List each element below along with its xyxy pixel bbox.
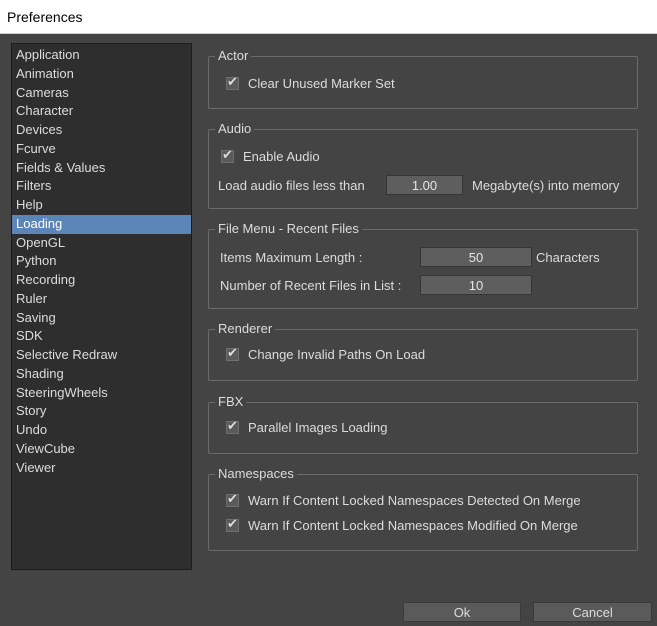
category-item[interactable]: Loading: [12, 214, 191, 234]
file-menu-group-title: File Menu - Recent Files: [215, 221, 362, 237]
category-item[interactable]: Ruler: [12, 290, 191, 309]
title-bar: Preferences: [0, 0, 657, 34]
renderer-group: Renderer ✔ Change Invalid Paths On Load: [208, 321, 638, 381]
cancel-button[interactable]: Cancel: [533, 602, 652, 622]
clear-unused-marker-set-row[interactable]: ✔ Clear Unused Marker Set: [226, 74, 395, 91]
category-item[interactable]: SteeringWheels: [12, 384, 191, 403]
category-item[interactable]: ViewCube: [12, 440, 191, 459]
checkmark-icon: ✔: [227, 491, 238, 506]
parallel-images-label: Parallel Images Loading: [248, 420, 388, 435]
checkmark-icon: ✔: [227, 418, 238, 433]
checkmark-icon: ✔: [227, 516, 238, 531]
audio-group-title: Audio: [215, 121, 255, 137]
category-item[interactable]: Animation: [12, 65, 191, 84]
fbx-group: FBX ✔ Parallel Images Loading: [208, 394, 638, 454]
category-item[interactable]: Saving: [12, 309, 191, 328]
category-item[interactable]: Story: [12, 402, 191, 421]
actor-group-title: Actor: [215, 48, 252, 64]
fbx-group-title: FBX: [215, 394, 247, 410]
category-item[interactable]: Selective Redraw: [12, 346, 191, 365]
load-audio-size-field[interactable]: 1.00: [386, 175, 463, 195]
recent-count-field[interactable]: 10: [420, 275, 532, 295]
preferences-body: Application Animation Cameras Character Devi…: [0, 34, 657, 626]
ok-button[interactable]: Ok: [403, 602, 521, 622]
checkmark-icon: ✔: [227, 74, 238, 89]
namespaces-group-title: Namespaces: [215, 466, 297, 482]
checkmark-icon: ✔: [222, 147, 233, 162]
max-length-field[interactable]: 50: [420, 247, 532, 267]
parallel-images-row[interactable]: ✔ Parallel Images Loading: [226, 418, 388, 435]
window-title: Preferences: [7, 9, 83, 25]
category-item[interactable]: Filters: [12, 177, 191, 196]
category-item[interactable]: Undo: [12, 421, 191, 440]
enable-audio-checkbox[interactable]: ✔: [221, 147, 234, 163]
enable-audio-row[interactable]: ✔ Enable Audio: [221, 147, 320, 164]
category-item[interactable]: Recording: [12, 271, 191, 290]
change-invalid-paths-checkbox[interactable]: ✔: [226, 345, 239, 361]
category-item[interactable]: Application: [12, 46, 191, 65]
checkmark-icon: ✔: [227, 345, 238, 360]
category-item[interactable]: Python: [12, 252, 191, 271]
category-item[interactable]: Fcurve: [12, 140, 191, 159]
file-menu-group: File Menu - Recent Files Items Maximum L…: [208, 221, 638, 309]
recent-count-label: Number of Recent Files in List :: [220, 277, 402, 293]
warn-modified-row[interactable]: ✔ Warn If Content Locked Namespaces Modi…: [226, 516, 578, 533]
warn-detected-label: Warn If Content Locked Namespaces Detect…: [248, 493, 581, 508]
enable-audio-label: Enable Audio: [243, 149, 320, 164]
namespaces-group: Namespaces ✔ Warn If Content Locked Name…: [208, 466, 638, 551]
category-item[interactable]: Cameras: [12, 84, 191, 103]
parallel-images-checkbox[interactable]: ✔: [226, 418, 239, 434]
category-item[interactable]: SDK: [12, 327, 191, 346]
warn-modified-label: Warn If Content Locked Namespaces Modifi…: [248, 518, 578, 533]
actor-group: Actor ✔ Clear Unused Marker Set: [208, 48, 638, 109]
max-length-row: Items Maximum Length : 50 Characters: [220, 247, 600, 267]
warn-detected-checkbox[interactable]: ✔: [226, 491, 239, 507]
change-invalid-paths-row[interactable]: ✔ Change Invalid Paths On Load: [226, 345, 426, 362]
max-length-label: Items Maximum Length :: [220, 249, 363, 265]
category-list[interactable]: Application Animation Cameras Character Devi…: [11, 43, 192, 570]
category-item[interactable]: Fields & Values: [12, 159, 191, 178]
warn-modified-checkbox[interactable]: ✔: [226, 516, 239, 532]
category-item[interactable]: Shading: [12, 365, 191, 384]
clear-unused-marker-set-label: Clear Unused Marker Set: [248, 76, 395, 91]
warn-detected-row[interactable]: ✔ Warn If Content Locked Namespaces Dete…: [226, 491, 581, 508]
load-audio-label: Load audio files less than: [218, 177, 365, 193]
load-audio-row: Load audio files less than 1.00 Megabyte…: [218, 175, 619, 195]
category-item[interactable]: Character: [12, 102, 191, 121]
change-invalid-paths-label: Change Invalid Paths On Load: [248, 347, 426, 362]
category-item[interactable]: Devices: [12, 121, 191, 140]
max-length-unit: Characters: [536, 249, 600, 265]
category-item[interactable]: Help: [12, 196, 191, 215]
category-item[interactable]: OpenGL: [12, 234, 191, 253]
audio-group: Audio ✔ Enable Audio Load audio files le…: [208, 121, 638, 209]
load-audio-unit: Megabyte(s) into memory: [472, 177, 620, 193]
renderer-group-title: Renderer: [215, 321, 276, 337]
clear-unused-marker-set-checkbox[interactable]: ✔: [226, 74, 239, 90]
recent-count-row: Number of Recent Files in List : 10: [220, 275, 532, 295]
category-item[interactable]: Viewer: [12, 459, 191, 478]
